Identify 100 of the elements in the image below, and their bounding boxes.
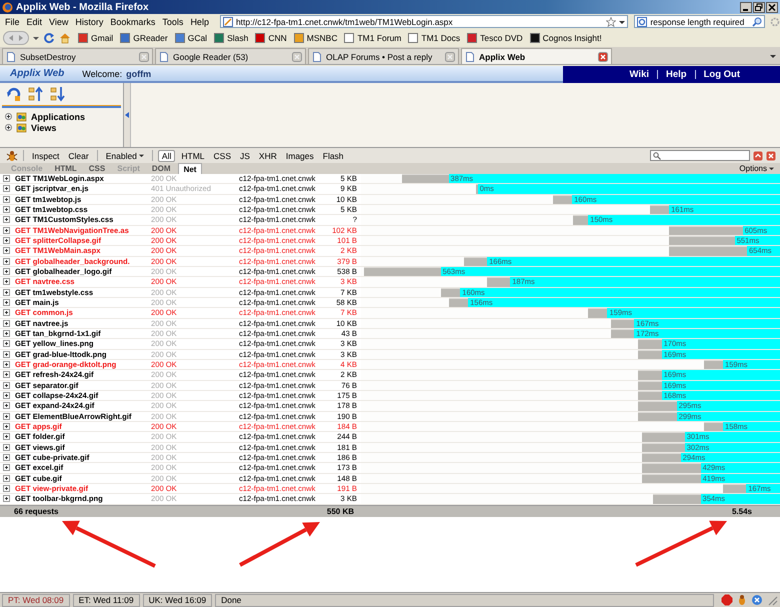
expand-icon[interactable] bbox=[3, 309, 10, 316]
expand-icon[interactable] bbox=[3, 206, 10, 214]
expand-icon[interactable] bbox=[3, 474, 10, 482]
search-field[interactable]: response length required bbox=[634, 15, 765, 28]
search-engine-icon[interactable] bbox=[637, 16, 648, 26]
bookmark-link[interactable]: CNN bbox=[255, 33, 287, 43]
expand-icon[interactable] bbox=[3, 340, 10, 348]
expand-icon[interactable] bbox=[3, 185, 10, 192]
menu-item[interactable]: File bbox=[3, 16, 25, 26]
expand-icon[interactable] bbox=[3, 423, 10, 430]
browser-tab[interactable]: SubsetDestroy bbox=[2, 48, 153, 64]
expand-icon[interactable] bbox=[3, 278, 10, 286]
clock-label[interactable]: ET: Wed 11:09 bbox=[72, 594, 140, 606]
expand-icon[interactable] bbox=[3, 392, 10, 400]
expand-icon[interactable] bbox=[3, 495, 10, 502]
expand-icon[interactable] bbox=[3, 454, 10, 462]
bookmark-link[interactable]: TM1 Docs bbox=[408, 33, 460, 43]
expand-icon[interactable] bbox=[3, 237, 10, 244]
browser-tab[interactable]: Applix Web bbox=[461, 48, 612, 64]
filter-tab[interactable]: Flash bbox=[320, 150, 347, 160]
tree-item[interactable]: Applications bbox=[0, 111, 123, 122]
bookmark-link[interactable]: GReader bbox=[120, 33, 168, 43]
header-link[interactable]: Log Out bbox=[704, 69, 740, 80]
expand-icon[interactable] bbox=[3, 288, 10, 296]
filter-tab[interactable]: XHR bbox=[256, 150, 280, 160]
menu-item[interactable]: History bbox=[73, 16, 108, 26]
filter-tab[interactable]: All bbox=[158, 150, 176, 162]
menu-item[interactable]: Tools bbox=[160, 16, 188, 26]
bookmark-link[interactable]: TM1 Forum bbox=[344, 33, 402, 43]
expand-icon[interactable] bbox=[3, 485, 10, 492]
collapse-icon[interactable] bbox=[28, 86, 44, 102]
expand-icon[interactable] bbox=[3, 444, 10, 451]
header-link[interactable]: Wiki bbox=[630, 69, 649, 80]
bookmark-link[interactable]: GCal bbox=[174, 33, 208, 43]
expand-icon[interactable] bbox=[3, 464, 10, 472]
home-icon[interactable] bbox=[59, 32, 71, 44]
toolbar-button[interactable]: Inspect bbox=[29, 150, 62, 160]
bug-icon[interactable] bbox=[6, 150, 18, 162]
expand-icon[interactable] bbox=[3, 330, 10, 338]
address-field[interactable]: http://c12-fpa-tm1.cnet.cnwk/tm1web/TM1WebLogin.aspx bbox=[220, 15, 628, 28]
panel-tab[interactable]: DOM bbox=[146, 163, 176, 174]
bookmark-link[interactable]: Slash bbox=[214, 33, 248, 43]
expand-icon[interactable] bbox=[3, 247, 10, 254]
enabled-menu-button[interactable]: Enabled bbox=[102, 150, 147, 160]
filter-tab[interactable]: JS bbox=[237, 150, 253, 160]
browser-tab[interactable]: Google Reader (53) bbox=[155, 48, 306, 64]
panel-tab[interactable]: HTML bbox=[50, 163, 82, 174]
expander-icon[interactable] bbox=[5, 124, 12, 131]
expand-icon[interactable] bbox=[3, 371, 10, 378]
expand-icon[interactable] bbox=[3, 320, 10, 327]
dropdown-icon[interactable] bbox=[33, 35, 39, 41]
clock-label[interactable]: UK: Wed 16:09 bbox=[142, 594, 212, 606]
bookmark-link[interactable]: Gmail bbox=[78, 33, 114, 43]
header-link[interactable]: Help bbox=[666, 69, 687, 80]
expand-icon[interactable] bbox=[3, 299, 10, 306]
expander-icon[interactable] bbox=[5, 113, 12, 120]
close-icon[interactable] bbox=[766, 2, 778, 12]
minimize-icon[interactable] bbox=[740, 2, 752, 12]
expand-icon[interactable] bbox=[3, 350, 10, 358]
search-field[interactable] bbox=[650, 150, 750, 161]
expand-icon[interactable] bbox=[3, 268, 10, 276]
expand-icon[interactable] bbox=[3, 258, 10, 265]
stop-sign-icon[interactable] bbox=[721, 594, 733, 606]
clock-label[interactable]: PT: Wed 08:09 bbox=[2, 594, 70, 606]
filter-tab[interactable]: CSS bbox=[210, 150, 234, 160]
bug-icon[interactable] bbox=[736, 594, 748, 606]
tree-item[interactable]: Views bbox=[0, 122, 123, 133]
restore-icon[interactable] bbox=[753, 2, 765, 12]
bookmark-link[interactable]: MSNBC bbox=[294, 33, 338, 43]
search-icon[interactable] bbox=[752, 16, 762, 26]
star-icon[interactable] bbox=[606, 16, 616, 26]
bookmark-link[interactable]: Tesco DVD bbox=[467, 33, 523, 43]
options-menu-button[interactable]: Options bbox=[739, 164, 774, 173]
browser-tab[interactable]: OLAP Forums • Post a reply bbox=[308, 48, 459, 64]
expand-icon[interactable] bbox=[3, 226, 10, 234]
dropdown-icon[interactable] bbox=[770, 53, 776, 59]
toolbar-button[interactable]: Clear bbox=[65, 150, 92, 160]
expand-icon[interactable] bbox=[3, 382, 10, 389]
bookmark-link[interactable]: Cognos Insight! bbox=[530, 33, 602, 43]
filter-tab[interactable]: Images bbox=[282, 150, 317, 160]
splitter-handle[interactable] bbox=[124, 83, 131, 147]
filter-tab[interactable]: HTML bbox=[178, 150, 208, 160]
menu-item[interactable]: Help bbox=[188, 16, 214, 26]
dropdown-icon[interactable] bbox=[619, 18, 626, 24]
menu-item[interactable]: Bookmarks bbox=[108, 16, 160, 26]
expand-icon[interactable] bbox=[3, 412, 10, 420]
expand-icon[interactable] bbox=[3, 175, 10, 182]
expand-icon[interactable] bbox=[3, 216, 10, 224]
expand-icon[interactable] bbox=[3, 433, 10, 440]
expand-icon[interactable] bbox=[3, 402, 10, 410]
panel-tab[interactable]: CSS bbox=[84, 163, 110, 174]
reload-icon[interactable] bbox=[43, 32, 55, 44]
menu-item[interactable]: View bbox=[47, 16, 74, 26]
circle-icon[interactable] bbox=[751, 594, 763, 606]
expand-icon[interactable] bbox=[3, 361, 10, 368]
menu-item[interactable]: Edit bbox=[24, 16, 48, 26]
panel-tab[interactable]: Net bbox=[178, 162, 202, 174]
refresh-icon[interactable] bbox=[6, 86, 22, 102]
expand-icon[interactable] bbox=[3, 196, 10, 203]
resize-grip-icon[interactable] bbox=[766, 594, 778, 606]
